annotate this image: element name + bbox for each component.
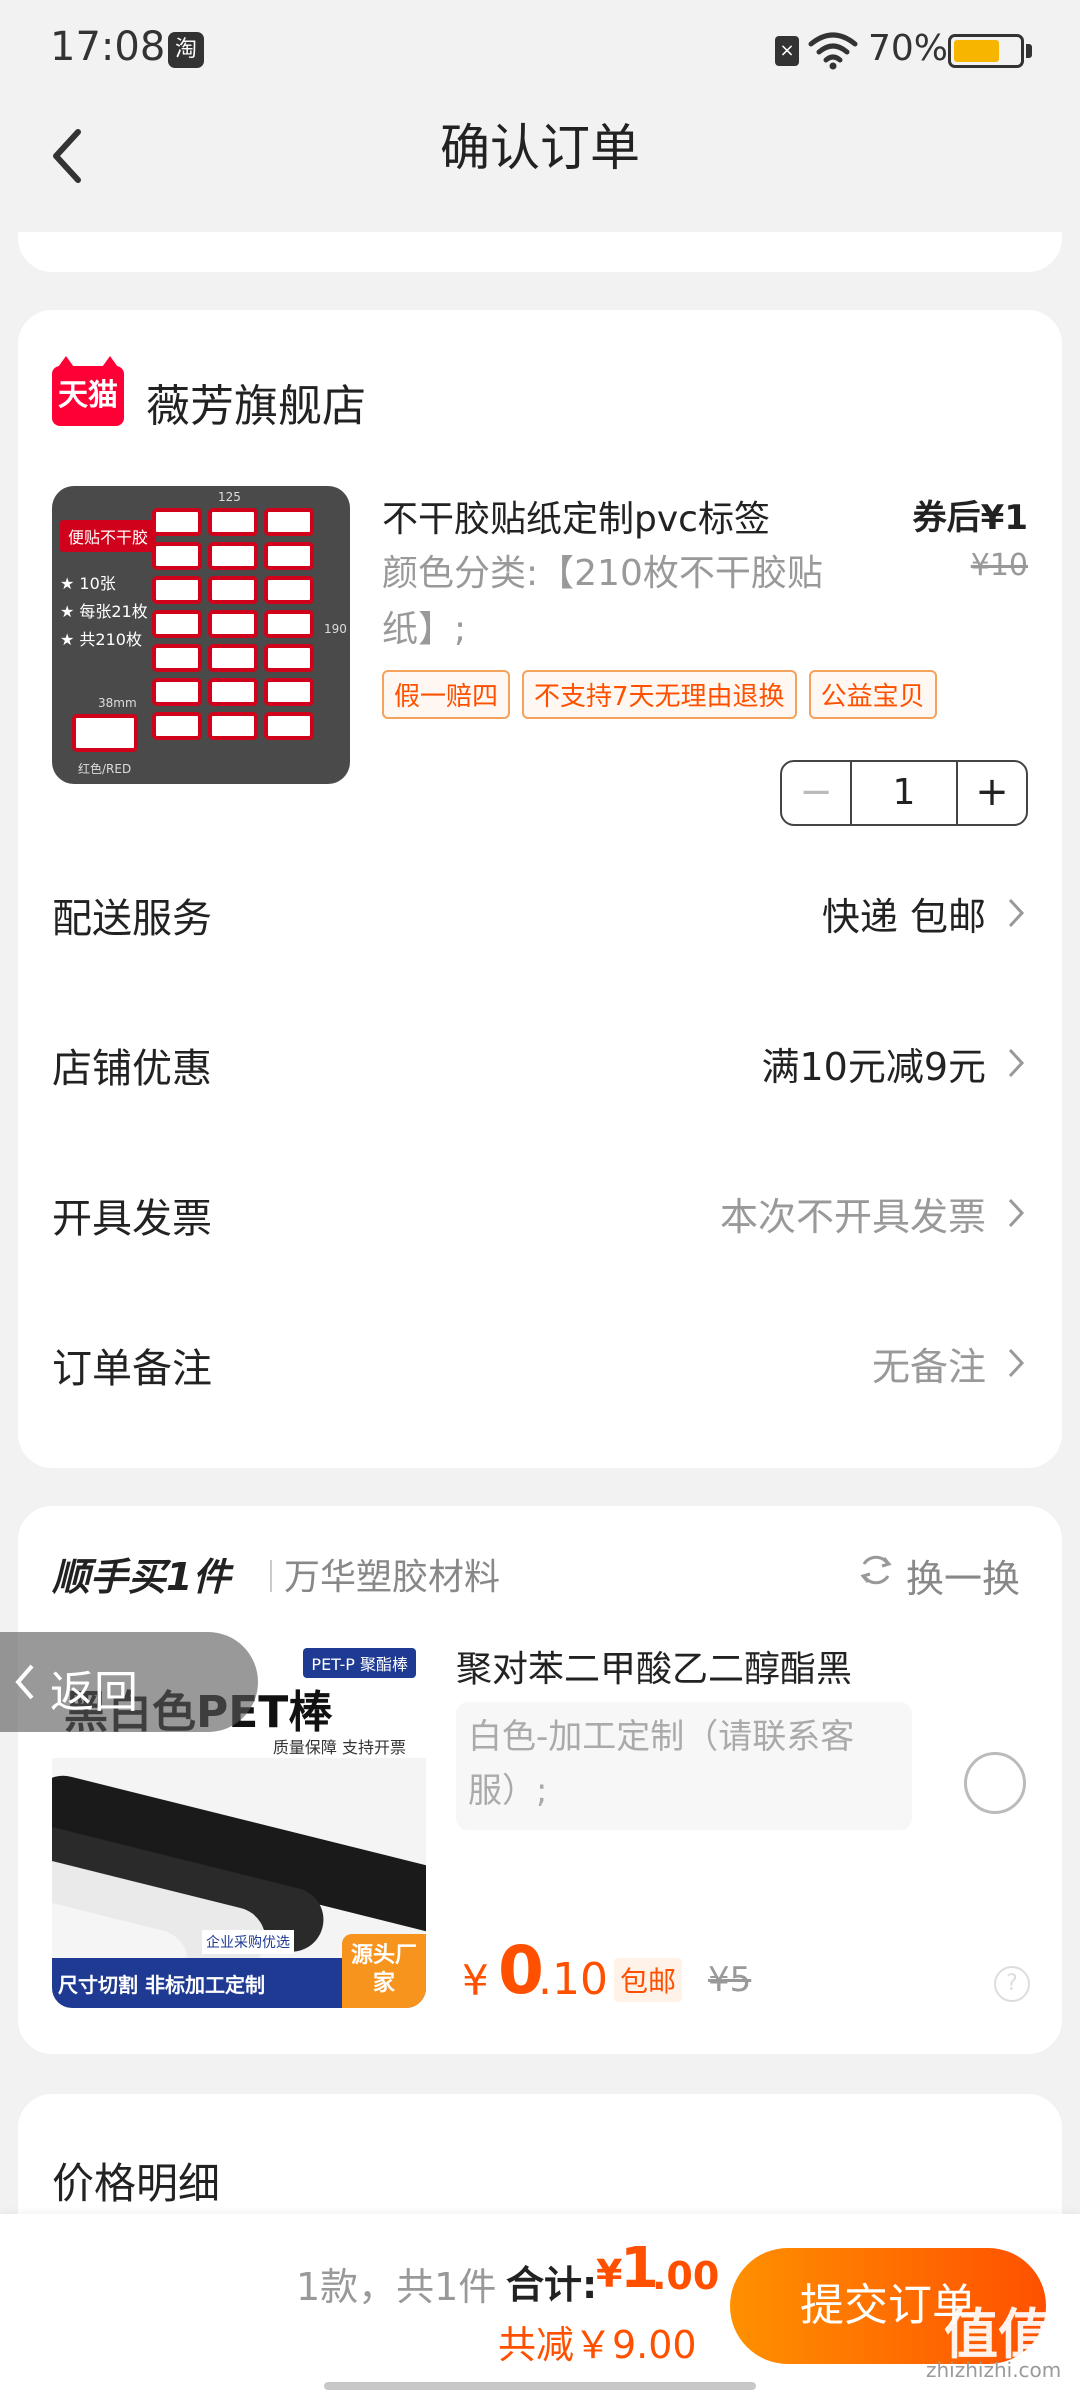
total-currency: ¥ bbox=[596, 2252, 623, 2296]
invoice-row[interactable]: 开具发票 本次不开具发票 bbox=[18, 1162, 1062, 1262]
product-tags: 假一赔四 不支持7天无理由退换 公益宝贝 bbox=[382, 670, 937, 719]
wifi-icon bbox=[808, 32, 858, 70]
watermark-url: zhizhizhi.com bbox=[926, 2358, 1062, 2382]
row-value: 本次不开具发票 bbox=[719, 1195, 986, 1239]
watermark-logo: 值值值 bbox=[944, 2303, 1052, 2400]
row-label: 店铺优惠 bbox=[52, 1046, 212, 1092]
order-note-row[interactable]: 订单备注 无备注 bbox=[18, 1312, 1062, 1412]
image-corner-text: 源头厂家 bbox=[350, 1943, 417, 1996]
total-label: 合计: bbox=[506, 2263, 598, 2307]
product-image-height-label: 190 bbox=[324, 622, 347, 636]
product-image-size-label: 38mm bbox=[98, 696, 137, 710]
tag-charity: 公益宝贝 bbox=[808, 670, 937, 719]
tag-fake-compensation: 假一赔四 bbox=[382, 670, 511, 719]
product-image-color-label: 红色/RED bbox=[78, 762, 132, 776]
image-footer-text: 尺寸切割 非标加工定制 bbox=[58, 1973, 265, 1997]
image-subheadline: 质量保障 支持开票 bbox=[272, 1738, 406, 1757]
free-shipping-tag: 包邮 bbox=[614, 1958, 683, 2002]
bottom-checkout-bar: 1款，共1件 合计: ¥ 1 .00 共减￥9.00 提交订单 bbox=[0, 2214, 1080, 2400]
addon-select-radio[interactable] bbox=[964, 1752, 1026, 1814]
addon-title: 顺手买1件 bbox=[52, 1555, 231, 1599]
product-image-line: ★ 每张21枚 bbox=[60, 602, 148, 621]
decrease-quantity-button[interactable]: − bbox=[782, 762, 852, 824]
addon-product-spec[interactable]: 白色-加工定制（请联系客服）; bbox=[456, 1702, 912, 1830]
page-title: 确认订单 bbox=[440, 119, 640, 177]
original-price: ¥10 bbox=[970, 548, 1028, 583]
sticker-grid bbox=[152, 508, 314, 740]
home-indicator[interactable] bbox=[324, 2382, 756, 2390]
swap-button[interactable]: 换一换 bbox=[906, 1548, 1020, 1603]
tag-no-7day-return: 不支持7天无理由退换 bbox=[522, 670, 797, 719]
product-title[interactable]: 不干胶贴纸定制pvc标签 bbox=[382, 490, 882, 542]
row-value: 无备注 bbox=[871, 1345, 986, 1389]
item-count: 1款，共1件 bbox=[296, 2265, 497, 2309]
product-spec[interactable]: 颜色分类:【210枚不干胶贴纸】; bbox=[382, 546, 902, 658]
add-on-purchase-card: 顺手买1件 万华塑胶材料 换一换 PET-P 聚酯棒 黑白色PET棒 质量保障 … bbox=[18, 1506, 1062, 2054]
price-detail-heading: 价格明细 bbox=[52, 2159, 221, 2208]
increase-quantity-button[interactable]: + bbox=[956, 762, 1026, 824]
image-corner-badge: 源头厂家 bbox=[342, 1934, 426, 2008]
row-label: 开具发票 bbox=[52, 1196, 212, 1242]
return-label: 返回 bbox=[50, 1667, 138, 1718]
row-value: 快递 包邮 bbox=[821, 895, 986, 939]
addon-price-decimal: .10 bbox=[538, 1954, 608, 2005]
quantity-stepper: − 1 + bbox=[780, 760, 1028, 826]
battery-percentage: 70% bbox=[868, 28, 949, 69]
row-value: 满10元减9元 bbox=[761, 1045, 986, 1089]
total-decimal: .00 bbox=[652, 2254, 720, 2298]
coupon-price: 券后¥1 bbox=[912, 498, 1028, 538]
battery-tip bbox=[1026, 44, 1032, 58]
chevron-right-icon bbox=[1008, 1048, 1025, 1078]
product-thumbnail[interactable]: 便贴不干胶 ★ 10张 ★ 每张21枚 ★ 共210枚 125 190 38mm… bbox=[52, 486, 350, 784]
row-label: 配送服务 bbox=[52, 896, 212, 942]
shop-order-card: 天猫 薇芳旗舰店 便贴不干胶 ★ 10张 ★ 每张21枚 ★ 共210枚 125… bbox=[18, 310, 1062, 1468]
return-button[interactable]: 返回 bbox=[0, 1632, 258, 1732]
shop-name[interactable]: 薇芳旗舰店 bbox=[146, 370, 366, 434]
row-label: 订单备注 bbox=[52, 1346, 212, 1392]
tmall-logo: 天猫 bbox=[52, 356, 124, 426]
image-ribbon: 企业采购优选 bbox=[202, 1930, 294, 1954]
sticker-sample bbox=[72, 714, 138, 752]
chevron-right-icon bbox=[1008, 1348, 1025, 1378]
battery-level-fill bbox=[954, 40, 999, 62]
chevron-right-icon bbox=[1008, 898, 1025, 928]
delivery-service-row[interactable]: 配送服务 快递 包邮 bbox=[18, 862, 1062, 962]
address-card-bottom-edge bbox=[18, 232, 1062, 272]
status-bar: 17:08 淘 × 70% bbox=[0, 0, 1080, 100]
image-badge: PET-P 聚酯棒 bbox=[303, 1648, 416, 1678]
product-image-width-label: 125 bbox=[218, 490, 241, 504]
status-time: 17:08 bbox=[50, 24, 166, 70]
addon-original-price: ¥5 bbox=[708, 1960, 752, 2000]
product-image-line: ★ 共210枚 bbox=[60, 630, 142, 649]
sim-card-icon: × bbox=[775, 36, 799, 66]
divider bbox=[270, 1560, 272, 1592]
product-image-tag: 便贴不干胶 bbox=[60, 520, 157, 552]
chevron-left-icon bbox=[15, 1664, 34, 1700]
addon-price-currency: ¥ bbox=[462, 1956, 489, 2005]
quantity-value[interactable]: 1 bbox=[852, 762, 956, 824]
total-discount: 共减￥9.00 bbox=[498, 2323, 697, 2367]
refresh-icon[interactable] bbox=[856, 1550, 896, 1590]
chevron-right-icon bbox=[1008, 1198, 1025, 1228]
battery-icon bbox=[948, 34, 1024, 68]
help-icon[interactable]: ? bbox=[994, 1966, 1030, 2002]
shop-discount-row[interactable]: 店铺优惠 满10元减9元 bbox=[18, 1012, 1062, 1112]
product-image-line: ★ 10张 bbox=[60, 574, 116, 593]
taobao-notification-icon: 淘 bbox=[168, 32, 204, 68]
addon-shop-name[interactable]: 万华塑胶材料 bbox=[284, 1548, 500, 1600]
addon-product-name[interactable]: 聚对苯二甲酸乙二醇酯黑 bbox=[456, 1640, 852, 1692]
